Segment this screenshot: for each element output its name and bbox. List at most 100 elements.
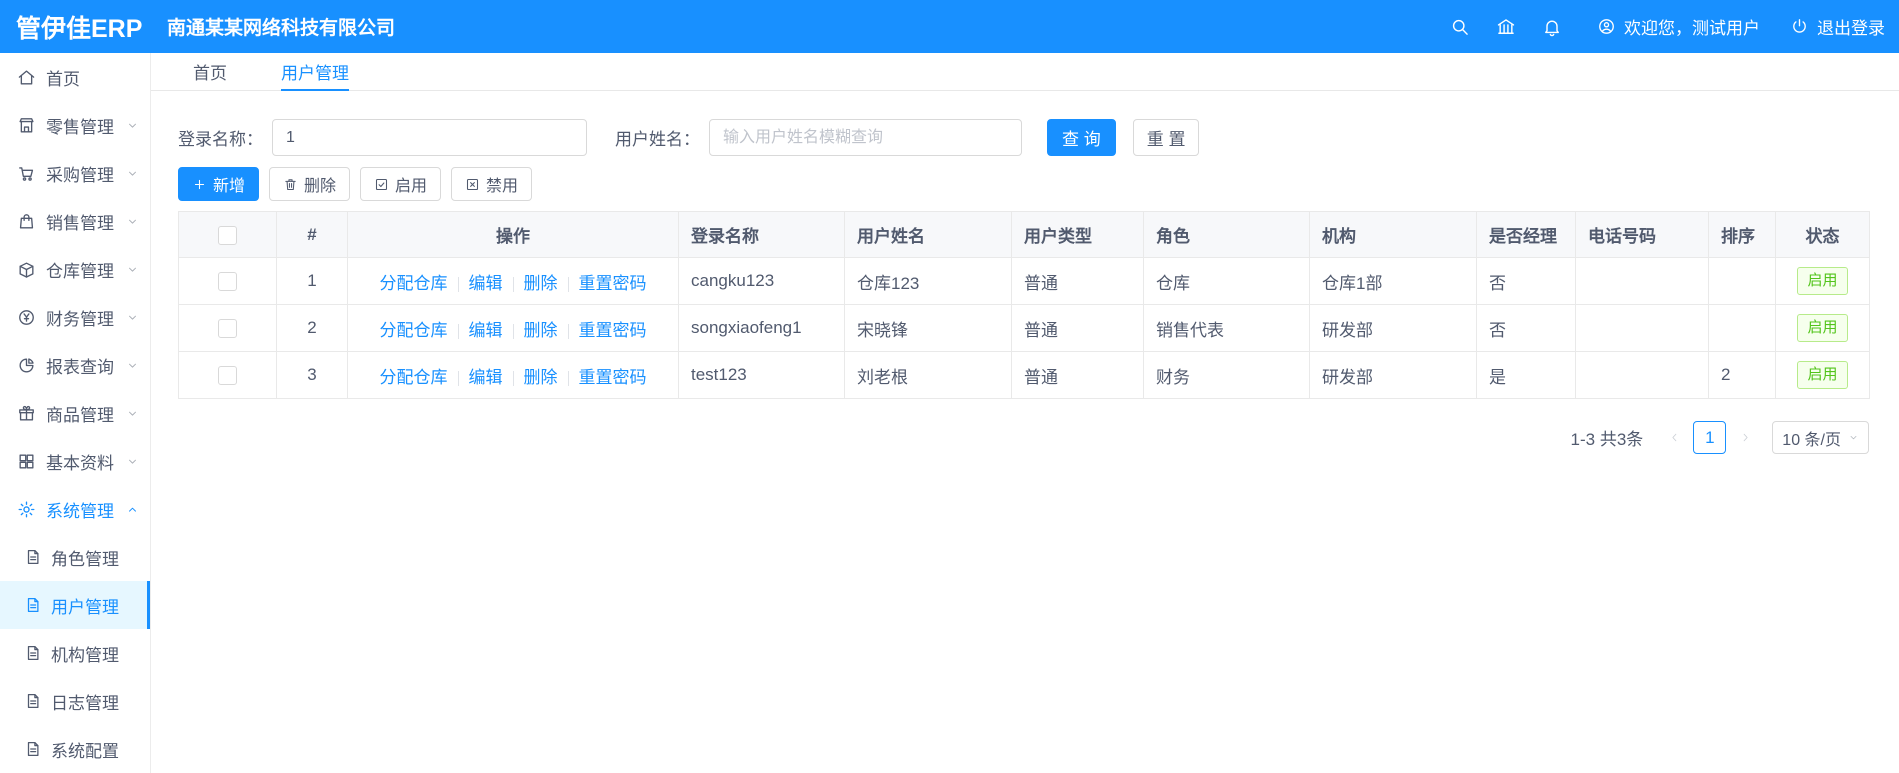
assign-warehouse-link[interactable]: 分配仓库 (380, 368, 448, 387)
login-name-input[interactable] (272, 119, 587, 156)
assign-warehouse-link[interactable]: 分配仓库 (380, 321, 448, 340)
reset-password-link[interactable]: 重置密码 (579, 368, 647, 387)
page-number-button[interactable]: 1 (1693, 421, 1727, 454)
query-button[interactable]: 查 询 (1047, 119, 1116, 156)
sidebar-item-goods[interactable]: 商品管理 (0, 389, 150, 437)
sidebar-subitem-label: 用户管理 (51, 597, 119, 617)
pagination-total: 1-3 共3条 (1570, 430, 1644, 449)
chevron-down-icon (129, 459, 136, 464)
logout-button[interactable]: 退出登录 (1790, 14, 1885, 39)
cell-index: 1 (276, 257, 348, 305)
next-page-button[interactable] (1730, 421, 1760, 454)
sidebar-subitem-users[interactable]: 用户管理 (0, 581, 150, 629)
delete-button[interactable]: 删除 (269, 167, 351, 201)
status-badge: 启用 (1797, 267, 1848, 295)
cell-role: 销售代表 (1143, 304, 1310, 352)
doc-icon (27, 549, 39, 565)
cell-is-manager: 否 (1476, 257, 1576, 305)
bank-icon (1497, 18, 1515, 34)
sidebar-subitem-roles[interactable]: 角色管理 (0, 533, 150, 581)
sidebar-item-reports[interactable]: 报表查询 (0, 341, 150, 389)
tab-user-management[interactable]: 用户管理 (281, 53, 349, 91)
col-header-role: 角色 (1143, 211, 1310, 258)
doc-icon (27, 597, 39, 613)
chevron-down-icon (1850, 435, 1857, 440)
select-all-checkbox[interactable] (218, 225, 237, 245)
cell-actions: 分配仓库 编辑 删除 重置密码 (347, 304, 679, 352)
doc-icon (27, 741, 39, 757)
app-header: 管伊佳ERP 南通某某网络科技有限公司 欢迎您，测试用户 退出登录 (0, 0, 1899, 53)
sidebar-item-system[interactable]: 系统管理 (0, 485, 150, 533)
sidebar-subitem-orgs[interactable]: 机构管理 (0, 629, 150, 677)
action-divider (512, 323, 514, 339)
search-icon (1452, 19, 1468, 35)
reset-password-link[interactable]: 重置密码 (579, 321, 647, 340)
header-checkbox-cell (178, 211, 277, 258)
prev-page-button[interactable] (1659, 421, 1689, 454)
sidebar-item-label: 财务管理 (46, 309, 114, 329)
disable-button-label: 禁用 (486, 178, 519, 195)
purchase-icon (19, 166, 34, 181)
col-header-index: # (276, 211, 348, 258)
edit-link[interactable]: 编辑 (469, 321, 503, 340)
page-size-value: 10 条/页 (1782, 431, 1841, 449)
cell-org: 研发部 (1309, 304, 1477, 352)
tab-bar: 首页 用户管理 (151, 53, 1899, 91)
col-header-user-name: 用户姓名 (844, 211, 1012, 258)
assign-warehouse-link[interactable]: 分配仓库 (380, 274, 448, 293)
chevron-left-icon (1672, 433, 1677, 442)
sidebar-subitem-logs[interactable]: 日志管理 (0, 677, 150, 725)
gear-icon (18, 501, 35, 517)
delete-link[interactable]: 删除 (524, 274, 558, 293)
cell-user-type: 普通 (1011, 257, 1144, 305)
home-shortcut-button[interactable] (1483, 0, 1529, 53)
sidebar-item-label: 零售管理 (46, 117, 114, 137)
user-name-input[interactable] (709, 119, 1022, 156)
cell-user-name: 宋晓锋 (844, 304, 1012, 352)
delete-link[interactable]: 删除 (524, 321, 558, 340)
sidebar-subitem-config[interactable]: 系统配置 (0, 725, 150, 773)
sidebar-item-finance[interactable]: 财务管理 (0, 293, 150, 341)
enable-button[interactable]: 启用 (360, 167, 442, 201)
edit-link[interactable]: 编辑 (469, 274, 503, 293)
reset-button[interactable]: 重 置 (1132, 119, 1200, 156)
row-checkbox[interactable] (218, 272, 237, 291)
cell-checkbox (178, 351, 277, 399)
delete-button-label: 删除 (304, 178, 337, 195)
warehouse-icon (19, 261, 34, 278)
cell-org: 研发部 (1309, 351, 1477, 399)
sidebar-item-warehouse[interactable]: 仓库管理 (0, 245, 150, 293)
cell-sort (1708, 304, 1776, 352)
sidebar-item-retail[interactable]: 零售管理 (0, 101, 150, 149)
user-menu[interactable]: 欢迎您，测试用户 (1597, 14, 1760, 39)
tab-home[interactable]: 首页 (193, 53, 227, 90)
cell-login-name: test123 (678, 351, 845, 399)
trash-icon (285, 178, 296, 190)
page-size-select[interactable]: 10 条/页 (1772, 421, 1869, 454)
status-badge: 启用 (1797, 314, 1848, 342)
cell-sort (1708, 257, 1776, 305)
status-badge: 启用 (1797, 361, 1848, 389)
sidebar-item-sales[interactable]: 销售管理 (0, 197, 150, 245)
disable-button[interactable]: 禁用 (451, 167, 533, 201)
sidebar-item-home[interactable]: 首页 (0, 53, 150, 101)
sidebar-item-purchase[interactable]: 采购管理 (0, 149, 150, 197)
cell-status: 启用 (1775, 351, 1870, 399)
power-icon (1793, 19, 1806, 33)
col-header-sort: 排序 (1708, 211, 1776, 258)
notifications-button[interactable] (1529, 0, 1575, 53)
delete-link[interactable]: 删除 (524, 368, 558, 387)
row-checkbox[interactable] (218, 366, 237, 385)
cell-is-manager: 否 (1476, 304, 1576, 352)
reset-password-link[interactable]: 重置密码 (579, 274, 647, 293)
edit-link[interactable]: 编辑 (469, 368, 503, 387)
cell-status: 启用 (1775, 257, 1870, 305)
home-icon (18, 69, 35, 85)
row-checkbox[interactable] (218, 319, 237, 338)
search-button[interactable] (1437, 0, 1483, 53)
sidebar-item-basedata[interactable]: 基本资料 (0, 437, 150, 485)
check-square-icon (376, 178, 388, 190)
chevron-down-icon (129, 315, 136, 320)
add-button[interactable]: 新增 (178, 167, 260, 201)
sidebar-item-label: 报表查询 (46, 357, 114, 377)
